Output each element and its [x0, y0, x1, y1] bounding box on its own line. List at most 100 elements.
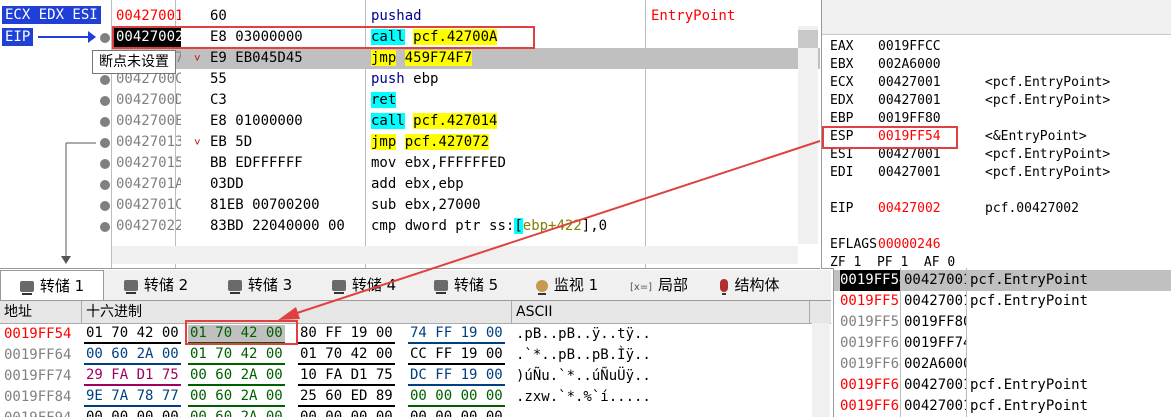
register-row[interactable]: EAX 0019FFCC [830, 38, 985, 56]
disasm-row[interactable]: 00427015 BB EDFFFFFF mov ebx,FFFFFFED [112, 153, 820, 174]
dump-hex-group[interactable]: 00 00 00 00 [84, 409, 181, 417]
disasm-bytes: EB 5D [210, 134, 253, 150]
dump-hex-group[interactable]: 80 FF 19 00 [298, 325, 395, 344]
dump-row[interactable]: 0019FF84 9E 7A 78 77 00 60 2A 00 25 60 ED 8… [0, 387, 812, 408]
dump-hex-group[interactable]: 9E 7A 78 77 [84, 388, 181, 407]
dump-hex-group[interactable]: 00 00 00 00 [408, 409, 505, 417]
register-row[interactable] [830, 182, 985, 200]
register-value[interactable]: 00427001 [878, 92, 985, 110]
dump-icon [433, 280, 448, 294]
dump-hex-group[interactable]: 10 FA D1 75 [298, 367, 395, 386]
breakpoint-dot-icon[interactable] [100, 201, 110, 211]
disasm-operands: ebx,27000 [404, 197, 481, 213]
tab-dump-8[interactable]: 结构体 [700, 270, 800, 300]
stack-row[interactable]: 0019FF5C0019FF80 [834, 312, 1171, 333]
breakpoint-dot-icon[interactable] [100, 180, 110, 190]
stack-row[interactable]: 0019FF600019FF74 [834, 333, 1171, 354]
stack-comment: pcf.EntryPoint [970, 377, 1089, 393]
dump-ascii[interactable]: )úÑu.`*..úÑuÜÿ.. [516, 366, 651, 387]
dump-hex-group[interactable]: 74 FF 19 00 [408, 325, 505, 344]
stack-row[interactable]: 0019FF6800427001pcf.EntryPoint [834, 375, 1171, 396]
register-row[interactable] [830, 218, 985, 236]
dump-hex-group[interactable]: CC FF 19 00 [408, 346, 505, 365]
disasm-address: 0042700D [116, 92, 181, 108]
tab-dump-4[interactable]: 转储 4 [312, 270, 416, 300]
disasm-row[interactable]: 0042700C 55 push ebp [112, 69, 820, 90]
disasm-mnemonic: mov [371, 155, 397, 171]
tab-dump-3[interactable]: 转储 3 [208, 270, 312, 300]
disasm-row[interactable]: 0042701A 03DD add ebx,ebp [112, 174, 820, 195]
breakpoint-dot-icon[interactable] [100, 75, 110, 85]
dump-scrollbar[interactable] [812, 323, 830, 417]
dump-hex-group[interactable]: 29 FA D1 75 [84, 367, 181, 386]
tab-dump-7[interactable]: [x=] 局部 [618, 270, 700, 300]
tab-dump-2[interactable]: 转储 2 [104, 270, 208, 300]
register-value[interactable]: 002A6000 [878, 56, 985, 74]
dump-hex-group[interactable]: 00 00 00 00 [298, 409, 395, 417]
dump-pane[interactable]: 地址 十六进制 ASCII 0019FF54 01 70 42 00 01 70 4… [0, 301, 831, 417]
register-row[interactable]: EDI 00427001 <pcf.EntryPoint> [830, 164, 1110, 182]
vertical-scrollbar[interactable] [798, 26, 818, 244]
register-row[interactable]: EFLAGS00000246 [830, 236, 985, 254]
disasm-row[interactable]: 00427013 ˅ EB 5D jmp pcf.427072 [112, 132, 820, 153]
tab-dump-5[interactable]: 转储 5 [416, 270, 516, 300]
register-row[interactable]: ZF 1 PF 1 AF 0 [830, 254, 985, 268]
stack-comment: pcf.EntryPoint [970, 272, 1089, 288]
register-comment: <pcf.EntryPoint> [985, 165, 1111, 180]
dump-ascii[interactable]: .pB..pB..ÿ..tÿ.. [516, 324, 651, 345]
breakpoint-dot-icon[interactable] [100, 33, 110, 43]
disasm-row[interactable]: 0042701C 81EB 00700200 sub ebx,27000 [112, 195, 820, 216]
register-row[interactable]: EBX 002A6000 [830, 56, 985, 74]
disasm-instruction: jmp pcf.427072 [371, 132, 490, 153]
stack-row[interactable]: 0019FF5800427001pcf.EntryPoint [834, 291, 1171, 312]
dump-hex-group[interactable]: 01 70 42 00 [84, 325, 181, 344]
breakpoint-dot-icon[interactable] [100, 138, 110, 148]
register-value[interactable]: 00427001 [878, 164, 985, 182]
dump-hex-group[interactable]: 01 70 42 00 [298, 346, 395, 365]
register-value[interactable]: 00000246 [878, 236, 985, 254]
disasm-mnemonic: sub [371, 197, 397, 213]
dump-ascii[interactable]: .zxw.`*.%`í..... [516, 387, 651, 408]
register-value[interactable]: 00427002 [878, 200, 985, 218]
dump-hex-group[interactable]: 00 00 00 00 [408, 388, 505, 407]
stack-pane[interactable]: 0019FF5400427001pcf.EntryPoint0019FF5800… [833, 268, 1171, 417]
dump-hex-group[interactable]: 00 60 2A 00 [188, 409, 285, 417]
header-ascii[interactable]: ASCII [512, 301, 810, 323]
dump-hex-group[interactable]: 00 60 2A 00 [188, 388, 285, 407]
dump-row[interactable]: 0019FF64 00 60 2A 00 01 70 42 00 01 70 42 0… [0, 345, 812, 366]
header-address[interactable]: 地址 [0, 301, 82, 323]
scrollbar-thumb[interactable] [798, 30, 818, 48]
stack-row[interactable]: 0019FF64002A6000 [834, 354, 1171, 375]
register-row[interactable]: EDX 00427001 <pcf.EntryPoint> [830, 92, 1110, 110]
tab-dump-1[interactable]: 转储 1 [0, 270, 104, 300]
register-comment: <pcf.EntryPoint> [985, 93, 1111, 108]
disasm-row[interactable]: 0042700E E8 01000000 call pcf.427014 [112, 111, 820, 132]
dump-hex-group[interactable]: 01 70 42 00 [188, 346, 285, 365]
tab-dump-6[interactable]: 监视 1 [516, 270, 618, 300]
stack-row[interactable]: 0019FF6C00427001pcf.EntryPoint [834, 396, 1171, 417]
dump-hex-group[interactable]: 00 60 2A 00 [188, 367, 285, 386]
register-value[interactable]: 0019FFCC [878, 38, 985, 56]
dump-ascii[interactable]: .`*..pB..pB.Ìÿ.. [516, 345, 651, 366]
register-row[interactable]: ECX 00427001 <pcf.EntryPoint> [830, 74, 1110, 92]
horizontal-scrollbar[interactable] [112, 246, 798, 264]
register-row[interactable]: EIP 00427002 pcf.00427002 [830, 200, 1079, 218]
disasm-row[interactable]: 00427001 60 pushad EntryPoint [112, 6, 820, 27]
register-value[interactable]: 00427001 [878, 74, 985, 92]
disasm-row[interactable]: 0042700D C3 ret [112, 90, 820, 111]
disasm-row[interactable]: 00427007˅E9 EB045D45jmp 459F74F7 [112, 48, 820, 69]
dump-hex-group[interactable]: 25 60 ED 89 [298, 388, 395, 407]
breakpoint-dot-icon[interactable] [100, 96, 110, 106]
dump-row[interactable]: 0019FF94 00 00 00 00 00 60 2A 00 00 00 00 0… [0, 408, 812, 417]
dump-hex-group[interactable]: DC FF 19 00 [408, 367, 505, 386]
tab-label: 转储 1 [39, 277, 85, 295]
dump-row[interactable]: 0019FF54 01 70 42 00 01 70 42 00 80 FF 19 0… [0, 324, 812, 345]
breakpoint-dot-icon[interactable] [100, 117, 110, 127]
stack-row[interactable]: 0019FF5400427001pcf.EntryPoint [834, 270, 1171, 291]
dump-row[interactable]: 0019FF74 29 FA D1 75 00 60 2A 00 10 FA D1 7… [0, 366, 812, 387]
breakpoint-dot-icon[interactable] [100, 159, 110, 169]
breakpoint-dot-icon[interactable] [100, 222, 110, 232]
dump-hex-group[interactable]: 00 60 2A 00 [84, 346, 181, 365]
disasm-row[interactable]: 00427022 83BD 22040000 00 cmp dword ptr ss… [112, 216, 820, 237]
disasm-bytes: 03DD [210, 176, 244, 192]
